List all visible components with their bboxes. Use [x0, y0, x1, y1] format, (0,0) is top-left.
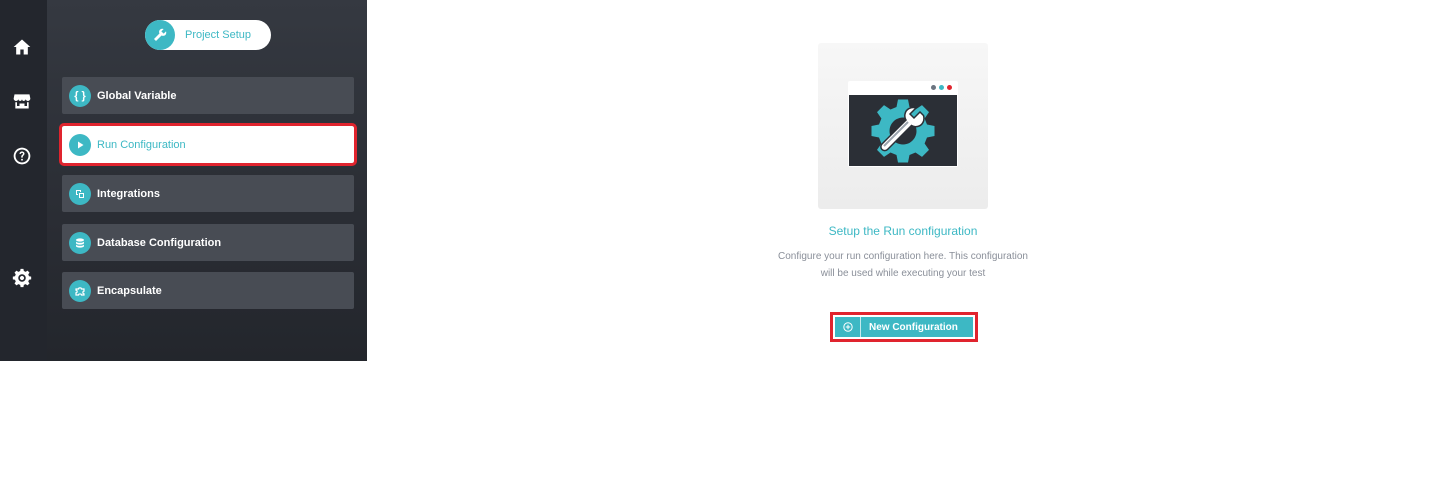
store-icon[interactable] — [10, 89, 34, 113]
play-icon — [69, 133, 91, 156]
gear-wrench-icon — [849, 95, 957, 166]
sidebar-item-label: Database Configuration — [97, 236, 222, 249]
empty-state-description: Configure your run configuration here. T… — [753, 248, 1053, 282]
braces-icon: { } — [69, 84, 91, 107]
puzzle-icon — [69, 279, 91, 302]
sidebar-item-label: Integrations — [97, 187, 160, 200]
new-configuration-label: New Configuration — [869, 321, 958, 333]
wrench-icon — [145, 20, 175, 50]
sidebar-item-label: Encapsulate — [97, 284, 162, 297]
window-illustration — [848, 81, 958, 167]
icon-rail — [0, 0, 47, 361]
sidebar-item-integrations[interactable]: Integrations — [62, 175, 354, 212]
empty-state-description-line: Configure your run configuration here. T… — [778, 251, 1028, 262]
new-configuration-highlight: New Configuration — [830, 312, 978, 342]
plus-circle-icon — [835, 317, 861, 337]
home-icon[interactable] — [10, 35, 34, 59]
database-icon — [69, 231, 91, 254]
project-setup-sidebar: Project Setup { } Global Variable Run Co… — [47, 0, 367, 361]
sidebar-item-global-variable[interactable]: { } Global Variable — [62, 77, 354, 114]
sidebar-item-database-configuration[interactable]: Database Configuration — [62, 224, 354, 261]
new-configuration-button[interactable]: New Configuration — [835, 317, 973, 337]
window-dots-icon — [931, 85, 952, 90]
run-configuration-illustration — [818, 43, 988, 209]
help-icon[interactable] — [10, 144, 34, 168]
settings-icon[interactable] — [10, 266, 34, 290]
sidebar-item-encapsulate[interactable]: Encapsulate — [62, 272, 354, 309]
project-setup-label: Project Setup — [185, 29, 252, 41]
sidebar-item-label: Run Configuration — [97, 138, 186, 151]
integrations-icon — [69, 182, 91, 205]
sidebar-item-label: Global Variable — [97, 89, 177, 102]
empty-state-description-line: will be used while executing your test — [820, 268, 986, 279]
empty-state-title: Setup the Run configuration — [828, 224, 978, 238]
sidebar-item-run-configuration[interactable]: Run Configuration — [59, 123, 357, 166]
project-setup-badge[interactable]: Project Setup — [145, 20, 271, 50]
